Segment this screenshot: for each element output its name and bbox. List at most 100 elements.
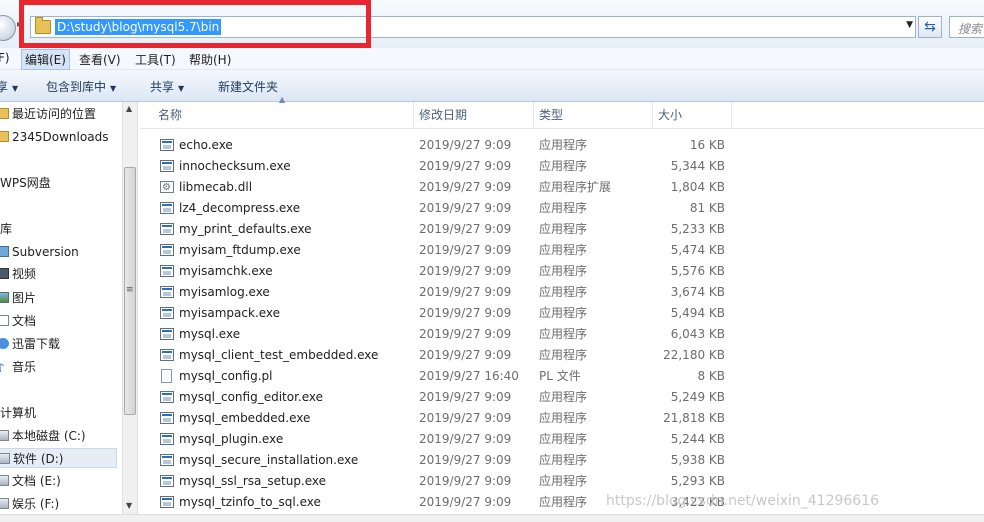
nav-item-drive-e[interactable]: 文档 (E:): [0, 471, 61, 491]
file-size: 5,576 KB: [670, 264, 725, 278]
nav-item-music[interactable]: ♪ 音乐: [0, 357, 36, 377]
file-name[interactable]: mysql_tzinfo_to_sql.exe: [179, 492, 321, 513]
table-row[interactable]: mysql_embedded.exe 2019/9/27 9:09 应用程序 21,8…: [140, 408, 984, 429]
table-row[interactable]: mysql_client_test_embedded.exe 2019/9/27 …: [140, 345, 984, 366]
nav-item-documents[interactable]: 文档: [0, 311, 36, 331]
toolbar-new-folder[interactable]: 新建文件夹: [218, 78, 278, 95]
file-type: 应用程序: [539, 411, 588, 425]
file-name[interactable]: mysql_client_test_embedded.exe: [179, 345, 378, 366]
sort-ascending-icon: ▲: [279, 95, 286, 104]
nav-item-label: Subversion: [12, 245, 79, 259]
executable-file-icon: [160, 475, 174, 487]
file-size: 8 KB: [697, 369, 725, 383]
file-name[interactable]: mysql.exe: [179, 324, 240, 345]
file-date: 2019/9/27 9:09: [419, 138, 512, 152]
folder-icon: [0, 131, 9, 142]
file-size: 5,233 KB: [670, 222, 725, 236]
menu-view[interactable]: 查看(V): [79, 51, 121, 68]
file-name[interactable]: innochecksum.exe: [179, 156, 291, 177]
table-row[interactable]: mysql_plugin.exe 2019/9/27 9:09 应用程序 5,244 …: [140, 429, 984, 450]
nav-item-recent[interactable]: 最近访问的位置: [0, 104, 96, 124]
table-row[interactable]: mysql_ssl_rsa_setup.exe 2019/9/27 9:09 应用程…: [140, 471, 984, 492]
table-row[interactable]: echo.exe 2019/9/27 9:09 应用程序 16 KB: [140, 135, 984, 156]
search-input[interactable]: 搜索: [949, 16, 984, 38]
nav-item-label: 2345Downloads: [12, 130, 109, 144]
nav-item-drive-c[interactable]: 本地磁盘 (C:): [0, 426, 86, 446]
file-name[interactable]: myisampack.exe: [179, 303, 280, 324]
file-name[interactable]: mysql_ssl_rsa_setup.exe: [179, 471, 326, 492]
file-name[interactable]: myisamchk.exe: [179, 261, 273, 282]
nav-item-libraries[interactable]: 库: [0, 219, 12, 239]
nav-item-subversion[interactable]: Subversion: [0, 242, 79, 262]
file-name[interactable]: myisam_ftdump.exe: [179, 240, 301, 261]
table-row[interactable]: mysql_config.pl 2019/9/27 16:40 PL 文件 8 KB: [140, 366, 984, 387]
table-row[interactable]: mysql.exe 2019/9/27 9:09 应用程序 6,043 KB: [140, 324, 984, 345]
nav-item-drive-d[interactable]: 软件 (D:): [0, 448, 117, 468]
navigation-pane: 最近访问的位置 2345Downloads WPS网盘 库 Subversion…: [0, 102, 122, 514]
table-row[interactable]: myisamchk.exe 2019/9/27 9:09 应用程序 5,576 KB: [140, 261, 984, 282]
file-name[interactable]: libmecab.dll: [179, 177, 252, 198]
menu-tools[interactable]: 工具(T): [135, 51, 176, 68]
table-row[interactable]: mysql_config_editor.exe 2019/9/27 9:09 应用程…: [140, 387, 984, 408]
file-name[interactable]: my_print_defaults.exe: [179, 219, 312, 240]
toolbar-share[interactable]: 共享 ▼: [150, 78, 184, 95]
scroll-up-icon[interactable]: ▲: [126, 104, 132, 113]
file-name[interactable]: mysql_embedded.exe: [179, 408, 310, 429]
table-row[interactable]: libmecab.dll 2019/9/27 9:09 应用程序扩展 1,804 KB: [140, 177, 984, 198]
back-button[interactable]: [0, 15, 16, 41]
search-placeholder: 搜索: [958, 22, 983, 36]
address-dropdown-icon[interactable]: ▼: [906, 20, 913, 30]
file-name[interactable]: myisamlog.exe: [179, 282, 270, 303]
column-header-size[interactable]: 大小: [652, 102, 732, 128]
table-row[interactable]: mysql_secure_installation.exe 2019/9/27 9…: [140, 450, 984, 471]
toolbar-include-in-library[interactable]: 包含到库中 ▼: [46, 78, 116, 95]
file-date: 2019/9/27 9:09: [419, 243, 512, 257]
nav-item-thunder[interactable]: 迅雷下载: [0, 334, 60, 354]
nav-item-label: 图片: [12, 291, 37, 305]
file-size: 1,804 KB: [670, 180, 725, 194]
nav-item-label: 软件 (D:): [13, 452, 64, 466]
nav-item-label: 最近访问的位置: [12, 107, 97, 121]
refresh-button[interactable]: ⇆: [918, 16, 942, 38]
toolbar-organize-label: 享: [0, 80, 9, 94]
video-icon: [0, 268, 9, 279]
table-row[interactable]: myisampack.exe 2019/9/27 9:09 应用程序 5,494 KB: [140, 303, 984, 324]
nav-pane-scrollbar[interactable]: ▲ ≡ ▼: [122, 102, 138, 514]
nav-item-videos[interactable]: 视频: [0, 264, 36, 284]
file-type: 应用程序: [539, 222, 588, 236]
file-type: 应用程序扩展: [539, 180, 612, 194]
nav-item-pictures[interactable]: 图片: [0, 288, 36, 308]
file-name[interactable]: echo.exe: [179, 135, 233, 156]
nav-item-computer[interactable]: 计算机: [0, 403, 36, 423]
nav-item-2345downloads[interactable]: 2345Downloads: [0, 127, 108, 147]
table-row[interactable]: myisam_ftdump.exe 2019/9/27 9:09 应用程序 5,474…: [140, 240, 984, 261]
menu-help[interactable]: 帮助(H): [189, 51, 231, 68]
column-header-name[interactable]: 名称: [152, 102, 414, 128]
table-row[interactable]: lz4_decompress.exe 2019/9/27 9:09 应用程序 81 K…: [140, 198, 984, 219]
file-name[interactable]: mysql_config.pl: [179, 366, 272, 387]
menu-file[interactable]: F): [0, 51, 10, 65]
file-date: 2019/9/27 9:09: [419, 348, 512, 362]
table-row[interactable]: innochecksum.exe 2019/9/27 9:09 应用程序 5,344 …: [140, 156, 984, 177]
scroll-down-icon[interactable]: ▼: [126, 501, 132, 510]
nav-item-wps[interactable]: WPS网盘: [0, 173, 51, 193]
table-row[interactable]: myisamlog.exe 2019/9/27 9:09 应用程序 3,674 KB: [140, 282, 984, 303]
executable-file-icon: [160, 139, 174, 151]
column-header-type[interactable]: 类型: [533, 102, 653, 128]
file-name[interactable]: mysql_config_editor.exe: [179, 387, 323, 408]
watermark: https://blog.csdn.net/weixin_41296616: [606, 493, 880, 509]
file-size: 5,249 KB: [670, 390, 725, 404]
toolbar-organize[interactable]: 享 ▼: [0, 78, 18, 95]
file-name[interactable]: mysql_plugin.exe: [179, 429, 283, 450]
file-name[interactable]: mysql_secure_installation.exe: [179, 450, 358, 471]
toolbar-share-label: 共享: [150, 80, 175, 94]
scroll-grip-icon: ≡: [126, 285, 134, 295]
column-header-date[interactable]: 修改日期: [413, 102, 534, 128]
nav-item-drive-f[interactable]: 娱乐 (F:): [0, 494, 59, 514]
menu-edit[interactable]: 编辑(E): [21, 49, 70, 70]
file-type: 应用程序: [539, 159, 588, 173]
nav-item-label: 文档 (E:): [12, 474, 61, 488]
table-row[interactable]: my_print_defaults.exe 2019/9/27 9:09 应用程序 5…: [140, 219, 984, 240]
file-date: 2019/9/27 16:40: [419, 369, 519, 383]
file-name[interactable]: lz4_decompress.exe: [179, 198, 300, 219]
